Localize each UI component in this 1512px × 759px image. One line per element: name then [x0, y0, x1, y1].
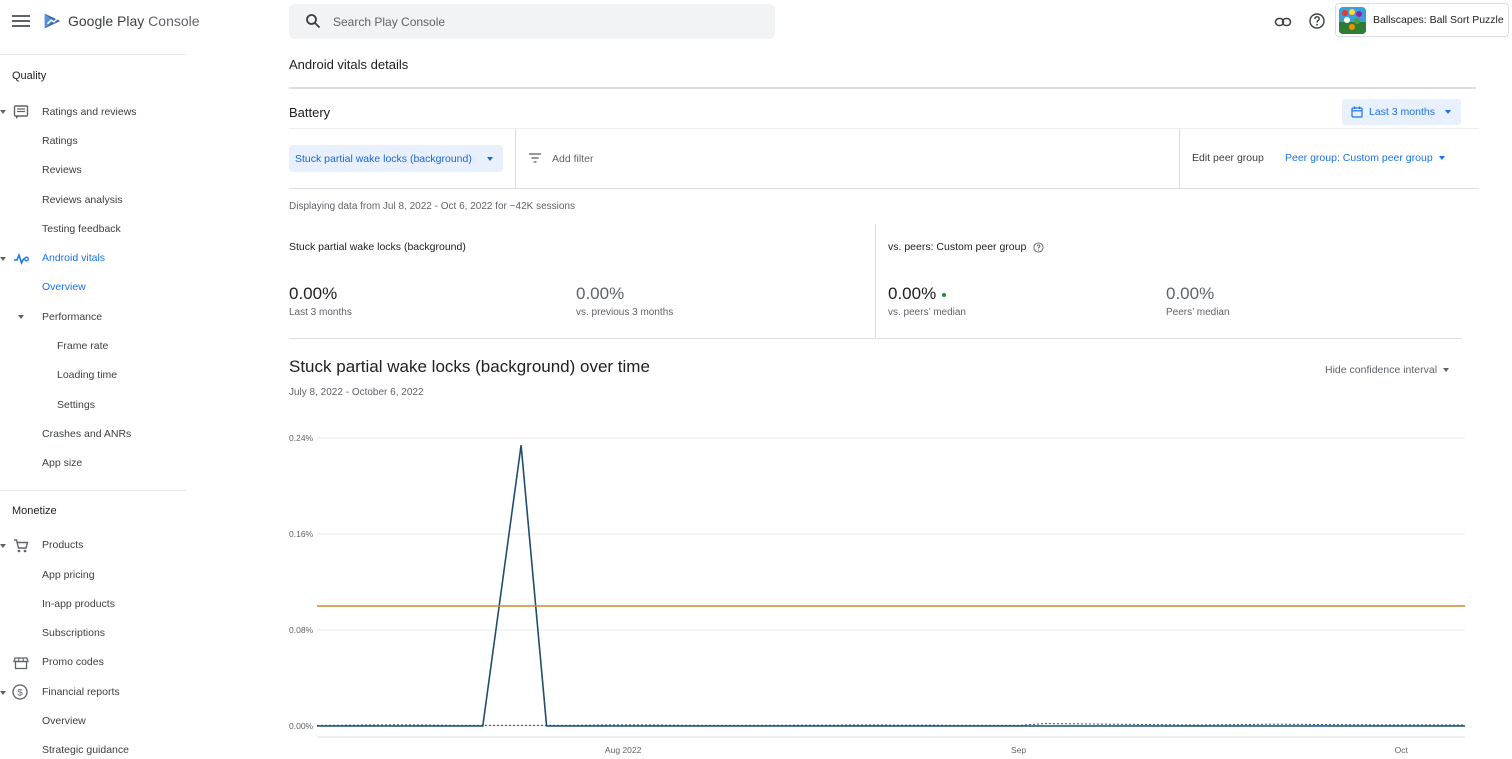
- series-line-1: [316, 723, 1466, 726]
- x-tick-label: Sep: [1011, 745, 1026, 755]
- y-tick-label: 0.00%: [289, 721, 314, 731]
- y-tick-label: 0.24%: [289, 433, 314, 443]
- y-tick-label: 0.16%: [289, 529, 314, 539]
- x-tick-label: Aug 2022: [605, 745, 642, 755]
- line-chart: 0.00% 0.08% 0.16% 0.24% Aug 2022 Sep Oct: [289, 433, 1466, 755]
- series-line-0: [317, 445, 1465, 727]
- x-tick-label: Oct: [1395, 745, 1409, 755]
- y-tick-label: 0.08%: [289, 625, 314, 635]
